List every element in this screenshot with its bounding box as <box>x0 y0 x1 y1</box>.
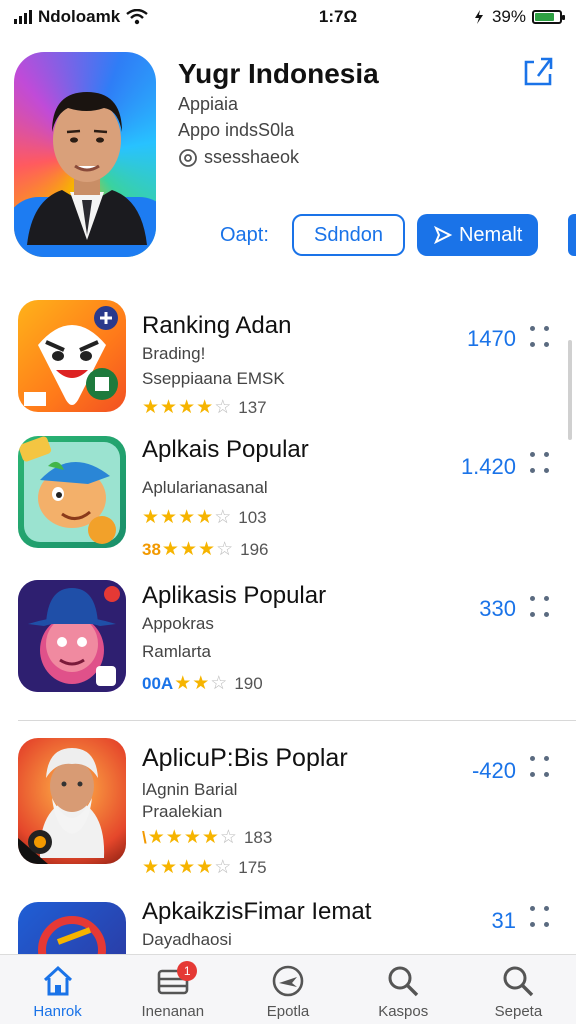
carrier-label: Ndoloamk <box>38 7 121 26</box>
share-icon[interactable] <box>522 54 556 88</box>
header-meta-text: ssesshaeok <box>204 147 300 167</box>
header-meta: ssesshaeok <box>178 147 299 168</box>
app-category: Brading! <box>142 344 206 363</box>
app-icon <box>18 738 126 864</box>
app-category: Appokras <box>142 614 214 633</box>
tab-label: Epotla <box>266 1003 310 1020</box>
primary-button[interactable]: Nemalt <box>416 214 539 256</box>
more-options-icon[interactable] <box>530 756 554 784</box>
rating-count: 103 <box>238 507 267 527</box>
search-icon <box>503 966 534 997</box>
tab-label: Sepeta <box>494 1003 543 1020</box>
rating-stars: 38 ★ ★ ★ ☆ 196 <box>142 539 269 560</box>
app-developer: Ramlarta <box>142 642 211 661</box>
tab-inbox[interactable]: 1 Inenanan <box>115 955 230 1024</box>
wifi-icon <box>126 9 148 25</box>
app-developer: Praalekian <box>142 802 223 821</box>
page-title: Yugr Indonesia <box>178 58 379 89</box>
rating-prefix: 38 <box>142 539 161 559</box>
send-icon <box>433 225 453 245</box>
app-name: Ranking Adan <box>142 312 292 339</box>
list-item[interactable]: Aplikasis Popular Appokras Ramlarta 00A … <box>0 578 576 698</box>
app-header: Yugr Indonesia Appiaia Appo indsS0la sse… <box>0 44 576 274</box>
app-name: AplicuP:Bis Poplar <box>142 744 348 772</box>
tab-search[interactable]: Kaspos <box>346 955 461 1024</box>
rating-count: 137 <box>238 397 267 417</box>
app-count: 330 <box>479 596 516 621</box>
notification-badge: 1 <box>177 961 198 981</box>
tab-bar: Hanrok 1 Inenanan Epotla Kaspos Sepeta <box>0 954 576 1024</box>
rating-stars: 00A ★ ★ ☆ 190 <box>142 673 263 694</box>
plane-icon <box>272 965 304 997</box>
app-developer: Sseppiaana EMSK <box>142 369 285 388</box>
list-item[interactable]: ApkaikzisFimar Iemat Dayadhaosi 31 <box>0 898 576 960</box>
app-icon <box>18 902 126 956</box>
app-count: 1470 <box>467 326 516 351</box>
tab-home[interactable]: Hanrok <box>0 955 115 1024</box>
primary-button-label: Nemalt <box>458 223 523 246</box>
app-category: Dayadhaosi <box>142 930 232 949</box>
tab-search-2[interactable]: Sepeta <box>461 955 576 1024</box>
app-icon <box>18 300 126 412</box>
mascot-image <box>24 306 118 406</box>
app-count: 1.420 <box>460 454 516 479</box>
more-options-icon[interactable] <box>530 326 554 354</box>
tab-label: Kaspos <box>378 1003 429 1020</box>
rating-prefix: 00A <box>142 673 174 693</box>
app-name: Aplkais Popular <box>142 436 309 463</box>
tab-label: Hanrok <box>33 1003 82 1020</box>
header-subtitle: Appiaia <box>178 94 239 114</box>
app-count: -420 <box>471 758 516 783</box>
clock: 1:7Ω <box>318 7 358 26</box>
rating-stars: \ ★ ★ ★ ★ ☆ 183 <box>142 827 273 848</box>
logo-image <box>38 916 106 956</box>
settings-icon <box>179 148 197 167</box>
battery-icon <box>532 10 565 24</box>
app-name: ApkaikzisFimar Iemat <box>142 898 372 925</box>
elder-portrait-image <box>18 748 105 864</box>
header-actions: Oapt: Sdndon Nemalt <box>220 214 539 256</box>
battery-percent: 39% <box>491 7 526 26</box>
list-item[interactable]: AplicuP:Bis Poplar lAgnin Barial Praalek… <box>0 738 576 878</box>
section-divider <box>18 720 576 721</box>
scrollbar[interactable] <box>568 340 572 440</box>
secondary-button[interactable]: Sdndon <box>292 214 405 256</box>
location-arrow-icon <box>474 10 483 24</box>
tab-explore[interactable]: Epotla <box>230 955 345 1024</box>
portrait-image <box>27 92 147 245</box>
app-count: 31 <box>491 908 516 933</box>
app-icon <box>18 580 126 692</box>
status-bar: Ndoloamk 1:7Ω 39% <box>0 0 576 34</box>
rating-count: 183 <box>243 827 273 847</box>
list-item[interactable]: Ranking Adan Brading! Sseppiaana EMSK ★ ★… <box>0 298 576 418</box>
list-item[interactable]: Aplkais Popular Aplularianasanal ★ ★ ★ ★ ☆ 1… <box>0 434 576 560</box>
app-name: Aplikasis Popular <box>142 582 327 609</box>
action-link[interactable]: Oapt: <box>220 224 280 247</box>
more-options-icon[interactable] <box>530 906 554 934</box>
partial-button[interactable] <box>568 214 576 256</box>
rating-prefix: \ <box>142 827 147 847</box>
more-options-icon[interactable] <box>530 452 554 480</box>
rating-stars: ★ ★ ★ ★ ☆ 137 <box>142 397 267 418</box>
rating-stars: ★ ★ ★ ★ ☆ 103 <box>142 507 267 528</box>
app-icon <box>18 436 126 548</box>
rating-count: 175 <box>238 857 267 877</box>
search-icon <box>388 966 419 997</box>
rating-count: 190 <box>234 673 263 693</box>
rating-count: 196 <box>240 539 269 559</box>
tab-label: Inenanan <box>141 1003 205 1020</box>
featured-app-icon[interactable] <box>14 52 156 257</box>
wizard-image <box>18 580 126 692</box>
app-category: lAgnin Barial <box>142 780 238 799</box>
signal-icon <box>14 10 32 24</box>
rating-stars: ★ ★ ★ ★ ☆ 175 <box>142 857 267 878</box>
character-image <box>18 436 120 544</box>
app-category: Aplularianasanal <box>142 478 268 497</box>
more-options-icon[interactable] <box>530 596 554 624</box>
header-detail: Appo indsS0la <box>178 120 295 140</box>
home-icon <box>43 965 72 996</box>
